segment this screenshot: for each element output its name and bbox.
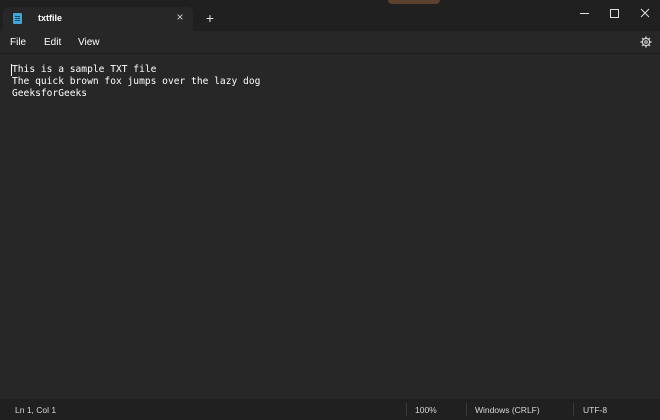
close-icon — [640, 8, 650, 18]
document-text[interactable]: This is a sample TXT file The quick brown… — [12, 64, 642, 100]
gear-icon — [640, 36, 652, 48]
text-line-2: The quick brown fox jumps over the lazy … — [12, 76, 261, 87]
cursor-position: Ln 1, Col 1 — [15, 405, 57, 415]
menu-view[interactable]: View — [78, 37, 100, 48]
tab-txtfile[interactable]: txtfile × — [3, 7, 193, 31]
menu-edit[interactable]: Edit — [44, 37, 61, 48]
new-tab-button[interactable]: + — [203, 11, 217, 25]
notepad-window: txtfile × + File Edit View This is a sam… — [0, 0, 660, 420]
settings-button[interactable] — [640, 36, 652, 48]
maximize-icon — [610, 9, 619, 18]
menu-file[interactable]: File — [10, 37, 26, 48]
text-line-3: GeeksforGeeks — [12, 88, 88, 99]
line-ending[interactable]: Windows (CRLF) — [475, 405, 540, 415]
desktop-peek — [388, 0, 440, 4]
tab-title: txtfile — [38, 13, 63, 23]
close-button[interactable] — [635, 4, 655, 22]
text-editor[interactable]: This is a sample TXT file The quick brown… — [0, 53, 660, 400]
status-separator — [466, 403, 467, 416]
text-line-1: This is a sample TXT file — [12, 64, 157, 75]
zoom-level[interactable]: 100% — [415, 405, 437, 415]
title-bar: txtfile × + — [0, 0, 660, 31]
maximize-button[interactable] — [604, 4, 624, 22]
tab-close-icon[interactable]: × — [173, 10, 187, 24]
status-bar: Ln 1, Col 1 100% Windows (CRLF) UTF-8 — [0, 399, 660, 420]
notepad-icon — [13, 13, 22, 24]
minimize-button[interactable] — [575, 4, 595, 22]
minimize-icon — [580, 13, 589, 14]
encoding[interactable]: UTF-8 — [583, 405, 607, 415]
status-separator — [406, 403, 407, 416]
menu-bar: File Edit View — [0, 31, 660, 53]
status-separator — [573, 403, 574, 416]
